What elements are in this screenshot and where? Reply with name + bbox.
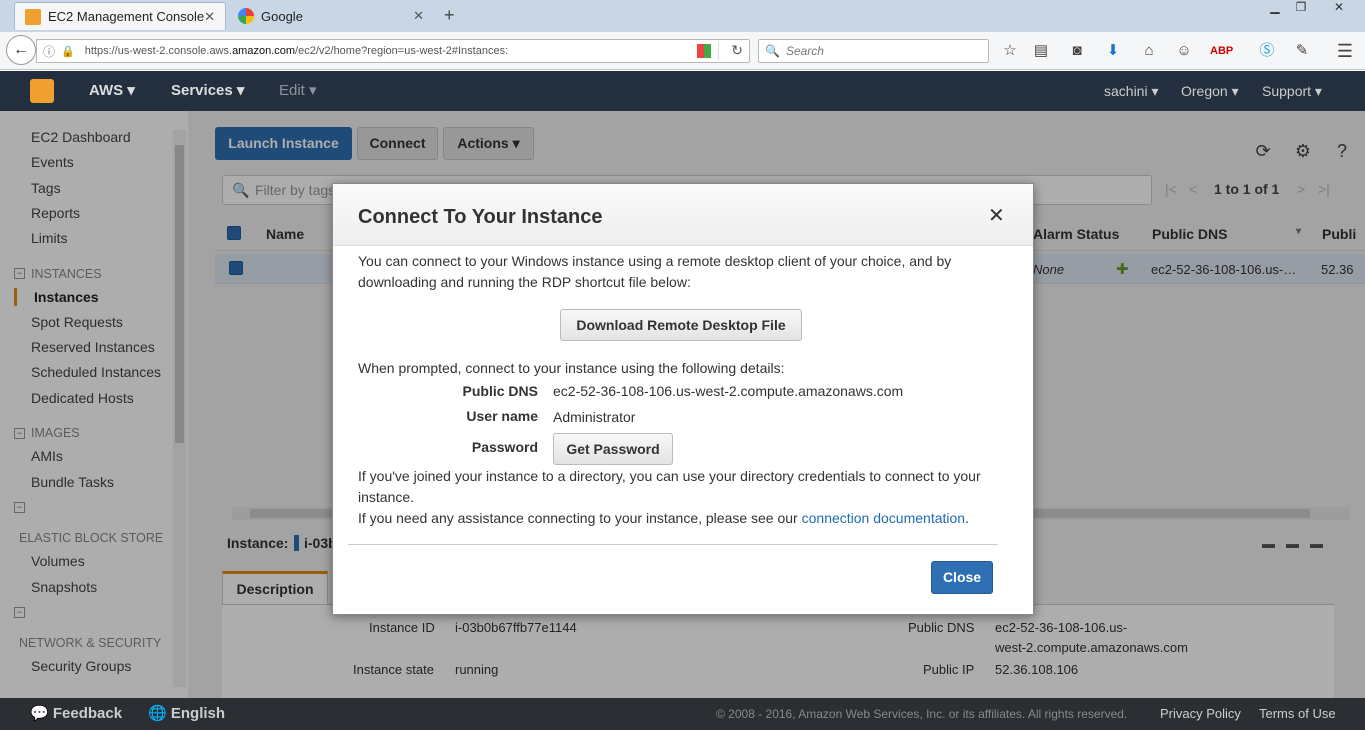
- lock-icon: 🔒: [61, 45, 75, 58]
- dialog-title: Connect To Your Instance: [358, 206, 603, 228]
- browser-nav-bar: ← ⓘ 🔒 https://us-west-2.console.aws.amaz…: [0, 32, 1365, 70]
- tab-google[interactable]: Google ✕: [228, 2, 434, 30]
- close-icon[interactable]: ✕: [988, 206, 1005, 226]
- adblock-icon[interactable]: ABP: [1210, 40, 1233, 62]
- browser-tab-bar: EC2 Management Console ✕ Google ✕ + ▁ ❐ …: [0, 0, 1365, 32]
- intro-text: You can connect to your Windows instance…: [358, 253, 952, 290]
- url-text: https://us-west-2.console.aws.amazon.com…: [84, 45, 509, 57]
- tab-title: EC2 Management Console: [48, 9, 205, 24]
- user-menu[interactable]: sachini ▾: [1104, 71, 1159, 111]
- directory-text: If you've joined your instance to a dire…: [358, 468, 981, 505]
- new-tab-button[interactable]: +: [444, 5, 455, 26]
- search-icon: 🔍: [765, 44, 780, 58]
- region-menu[interactable]: Oregon ▾: [1181, 71, 1239, 111]
- nav-aws[interactable]: AWS ▾: [89, 71, 135, 111]
- skype-icon[interactable]: Ⓢ: [1256, 40, 1278, 62]
- get-password-button[interactable]: Get Password: [553, 433, 673, 465]
- feedback-link[interactable]: 💬 Feedback: [30, 698, 122, 730]
- dialog-divider: [348, 544, 998, 545]
- support-menu[interactable]: Support ▾: [1262, 71, 1322, 111]
- aws-header: AWS ▾ Services ▾ Edit ▾ sachini ▾ Oregon…: [0, 71, 1365, 111]
- public-dns-key: Public DNS: [462, 383, 538, 399]
- chat-icon[interactable]: ☺: [1173, 40, 1195, 62]
- url-divider: [718, 42, 719, 60]
- info-icon[interactable]: ⓘ: [43, 43, 55, 60]
- search-input[interactable]: 🔍 Search: [758, 39, 989, 63]
- minimize-icon[interactable]: ▁: [1262, 0, 1288, 20]
- dialog-header: Connect To Your Instance ✕: [333, 184, 1033, 246]
- back-arrow-icon[interactable]: ←: [6, 35, 36, 65]
- pocket-icon[interactable]: ◙: [1066, 40, 1088, 62]
- tab-close-icon[interactable]: ✕: [204, 9, 215, 25]
- tab-close-icon[interactable]: ✕: [413, 8, 424, 24]
- reading-list-icon[interactable]: ▤: [1030, 40, 1052, 62]
- bookmark-star-icon[interactable]: ☆: [999, 40, 1021, 62]
- google-favicon-icon: [238, 8, 254, 24]
- download-icon[interactable]: ⬇: [1102, 40, 1124, 62]
- aws-cube-icon[interactable]: [30, 79, 54, 103]
- extension-icon[interactable]: ✎: [1291, 40, 1313, 62]
- speech-bubble-icon: 💬: [30, 705, 49, 722]
- language-selector[interactable]: 🌐 English: [148, 698, 225, 730]
- help-text: If you need any assistance connecting to…: [358, 510, 969, 526]
- console-footer: 💬 Feedback 🌐 English © 2008 - 2016, Amaz…: [0, 698, 1365, 730]
- user-name-value: Administrator: [553, 409, 636, 425]
- tab-ec2-console[interactable]: EC2 Management Console ✕: [14, 2, 226, 30]
- user-name-key: User name: [466, 408, 538, 424]
- home-icon[interactable]: ⌂: [1138, 40, 1160, 62]
- menu-icon[interactable]: ☰: [1334, 40, 1356, 62]
- url-bar[interactable]: ⓘ 🔒 https://us-west-2.console.aws.amazon…: [36, 39, 750, 63]
- privacy-policy-link[interactable]: Privacy Policy: [1160, 698, 1241, 730]
- terms-of-use-link[interactable]: Terms of Use: [1259, 698, 1336, 730]
- globe-icon: 🌐: [148, 705, 167, 722]
- nav-edit[interactable]: Edit ▾: [279, 71, 317, 111]
- public-dns-value: ec2-52-36-108-106.us-west-2.compute.amaz…: [553, 383, 904, 399]
- reload-icon[interactable]: ↻: [731, 42, 743, 59]
- window-close-icon[interactable]: ✕: [1326, 0, 1352, 20]
- download-rdp-button[interactable]: Download Remote Desktop File: [560, 309, 802, 341]
- tab-title: Google: [261, 8, 303, 24]
- close-button[interactable]: Close: [931, 561, 993, 594]
- connection-documentation-link[interactable]: connection documentation: [802, 510, 965, 526]
- prompt-text: When prompted, connect to your instance …: [358, 360, 785, 376]
- maximize-icon[interactable]: ❐: [1288, 0, 1314, 20]
- connect-dialog: Connect To Your Instance ✕ You can conne…: [332, 183, 1034, 615]
- aws-favicon-icon: [25, 8, 41, 25]
- nav-services[interactable]: Services ▾: [171, 71, 244, 111]
- password-key: Password: [471, 439, 538, 455]
- copyright-text: © 2008 - 2016, Amazon Web Services, Inc.…: [716, 707, 1128, 721]
- addon-icon[interactable]: [697, 44, 711, 58]
